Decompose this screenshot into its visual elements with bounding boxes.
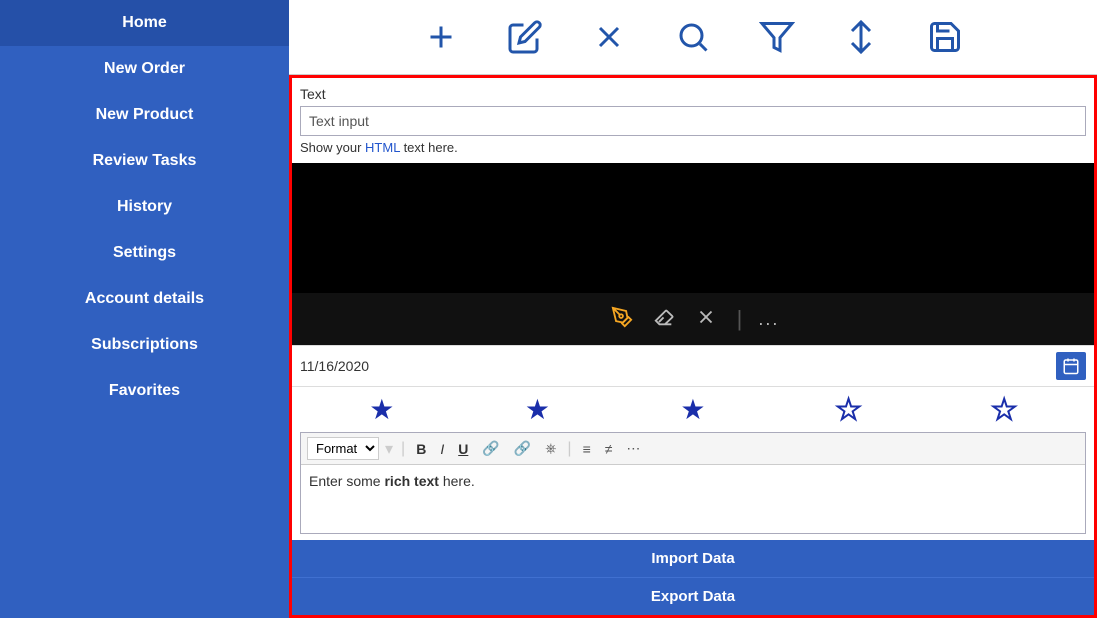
sidebar-item-home[interactable]: Home xyxy=(0,0,289,46)
sidebar-item-history[interactable]: History xyxy=(0,184,289,230)
rich-editor-toolbar: Format ▾ | B I U 🔗 🔗 ⎈ | ≡ ≠ ⋯ xyxy=(301,433,1085,465)
add-icon[interactable] xyxy=(423,19,459,55)
italic-button[interactable]: I xyxy=(435,439,449,459)
sidebar: Home New Order New Product Review Tasks … xyxy=(0,0,289,618)
star-3[interactable]: ★ xyxy=(680,393,705,426)
editor-rich: rich text xyxy=(384,473,438,489)
close-icon[interactable] xyxy=(591,19,627,55)
html-preview: Show your HTML text here. xyxy=(300,136,1086,159)
star-2[interactable]: ★ xyxy=(525,393,550,426)
export-data-button[interactable]: Export Data xyxy=(292,577,1094,615)
bottom-buttons: Import Data Export Data xyxy=(292,540,1094,615)
editor-body[interactable]: Enter some rich text here. xyxy=(301,465,1085,533)
unordered-list-icon[interactable]: ≠ xyxy=(600,439,618,459)
editor-prefix: Enter some xyxy=(309,473,384,489)
text-section: Text Show your HTML text here. xyxy=(292,78,1094,163)
sidebar-item-favorites[interactable]: Favorites xyxy=(0,368,289,414)
editor-suffix: here. xyxy=(439,473,475,489)
unlink-icon[interactable]: 🔗 xyxy=(509,438,536,459)
black-bar-divider: | xyxy=(737,306,743,332)
toolbar xyxy=(289,0,1097,75)
sidebar-item-subscriptions[interactable]: Subscriptions xyxy=(0,322,289,368)
underline-button[interactable]: U xyxy=(453,439,473,459)
content-area: Text Show your HTML text here. xyxy=(289,75,1097,618)
black-bar: | ... xyxy=(292,293,1094,345)
toolbar-sep-2: | xyxy=(567,440,571,458)
text-field-label: Text xyxy=(300,86,1086,102)
sidebar-item-review-tasks[interactable]: Review Tasks xyxy=(0,138,289,184)
date-value: 11/16/2020 xyxy=(300,358,1056,374)
date-row: 11/16/2020 xyxy=(292,345,1094,387)
black-bar-close-icon[interactable] xyxy=(691,302,721,337)
sidebar-item-settings[interactable]: Settings xyxy=(0,230,289,276)
ordered-list-icon[interactable]: ≡ xyxy=(578,439,596,459)
calendar-button[interactable] xyxy=(1056,352,1086,380)
sidebar-item-account-details[interactable]: Account details xyxy=(0,276,289,322)
import-data-button[interactable]: Import Data xyxy=(292,540,1094,577)
text-input[interactable] xyxy=(300,106,1086,136)
main-content: Text Show your HTML text here. xyxy=(289,0,1097,618)
html-link[interactable]: HTML xyxy=(365,140,400,155)
more-options-icon[interactable]: ... xyxy=(758,309,779,330)
save-icon[interactable] xyxy=(927,19,963,55)
black-canvas xyxy=(292,163,1094,293)
star-1[interactable]: ★ xyxy=(369,393,394,426)
edit-icon[interactable] xyxy=(507,19,543,55)
toolbar-sep-pipe: | xyxy=(401,440,405,458)
sidebar-item-new-product[interactable]: New Product xyxy=(0,92,289,138)
format-select[interactable]: Format xyxy=(307,437,379,460)
filter-icon[interactable] xyxy=(759,19,795,55)
star-5[interactable]: ★ xyxy=(992,393,1017,426)
more-format-icon[interactable]: ⋯ xyxy=(621,438,645,459)
rich-text-editor: Format ▾ | B I U 🔗 🔗 ⎈ | ≡ ≠ ⋯ Enter som… xyxy=(300,432,1086,534)
toolbar-sep-1: ▾ xyxy=(385,439,393,459)
sort-icon[interactable] xyxy=(843,19,879,55)
sidebar-item-new-order[interactable]: New Order xyxy=(0,46,289,92)
eraser-icon[interactable] xyxy=(649,302,679,337)
link-icon[interactable]: 🔗 xyxy=(477,438,504,459)
stars-row: ★ ★ ★ ★ ★ xyxy=(292,387,1094,432)
star-4[interactable]: ★ xyxy=(836,393,861,426)
search-icon[interactable] xyxy=(675,19,711,55)
pen-tool-icon[interactable] xyxy=(607,302,637,337)
bold-button[interactable]: B xyxy=(411,439,431,459)
html-preview-suffix: text here. xyxy=(400,140,458,155)
html-preview-prefix: Show your xyxy=(300,140,365,155)
clear-format-icon[interactable]: ⎈ xyxy=(540,438,561,459)
